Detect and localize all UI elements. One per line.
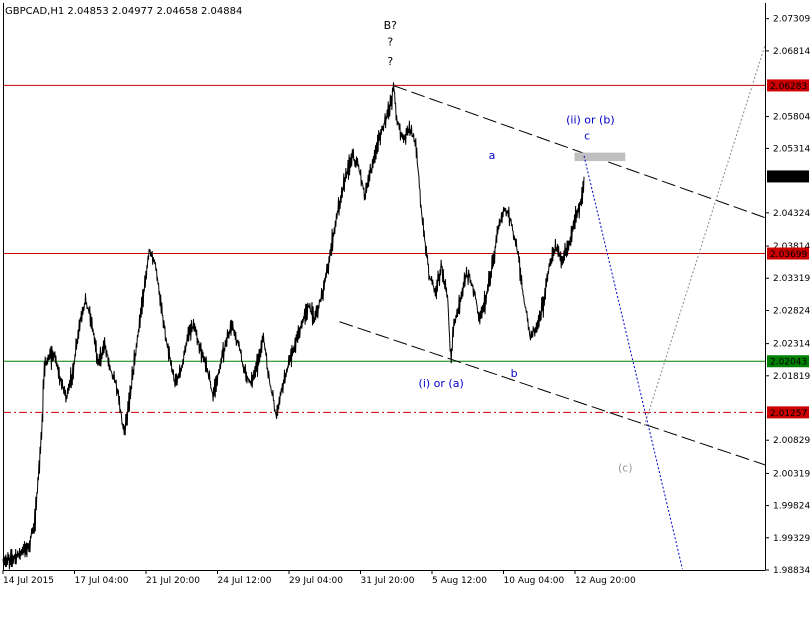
x-tick-label-0: 14 Jul 2015	[3, 576, 54, 586]
x-tick-label-7: 10 Aug 04:00	[504, 576, 565, 586]
y-tick-label-4: 2.04324	[773, 209, 810, 219]
price-tag-0: 2.06283	[770, 82, 807, 92]
y-tick-label-6: 2.03319	[773, 274, 810, 284]
wave-label-1: ?	[387, 35, 393, 48]
y-tick-label-7: 2.02824	[773, 306, 810, 316]
chart-title: GBPCAD,H1 2.04853 2.04977 2.04658 2.0488…	[5, 6, 242, 17]
wave-label-6: b	[511, 367, 518, 380]
target-zone-rect	[574, 152, 626, 162]
wave-label-5: a	[489, 149, 496, 162]
y-tick-label-8: 2.02314	[773, 340, 810, 350]
wave-label-3: (ii) or (b)	[566, 113, 615, 126]
projection-line-1	[643, 45, 766, 426]
projection-line-0	[583, 155, 683, 570]
y-tick-label-0: 2.07309	[773, 15, 810, 25]
horizontal-levels	[3, 84, 765, 413]
wave-label-2: ?	[387, 55, 393, 68]
x-tick-label-3: 24 Jul 12:00	[218, 576, 272, 586]
y-tick-label-10: 2.00829	[773, 436, 810, 446]
trend-line-0	[393, 85, 766, 219]
y-tick-label-2: 2.05804	[773, 113, 810, 123]
y-tick-label-9: 2.01819	[773, 372, 810, 382]
price-line	[2, 82, 585, 570]
y-tick-label-1: 2.06814	[773, 47, 810, 57]
x-tick-label-6: 5 Aug 12:00	[432, 576, 487, 586]
x-tick-label-1: 17 Jul 04:00	[75, 576, 129, 586]
x-tick-label-4: 29 Jul 04:00	[289, 576, 343, 586]
x-tick-label-8: 12 Aug 20:00	[575, 576, 636, 586]
price-tag-3: 2.01257	[770, 409, 807, 419]
price-tag-2: 2.02043	[770, 358, 807, 368]
price-tag-4: 2.04884	[770, 173, 807, 183]
y-tick-label-11: 2.00319	[773, 469, 810, 479]
y-tick-label-14: 1.98834	[773, 566, 810, 576]
y-tick-label-12: 1.99824	[773, 502, 810, 512]
chart-window: B??? (ii) or (b) c a b (i) or (a) (c) 2.07309 2…	[0, 0, 810, 617]
price-series	[2, 82, 585, 570]
wave-label-4: c	[584, 130, 590, 143]
price-tag-1: 2.03699	[770, 250, 807, 260]
trend-line-1	[339, 321, 766, 466]
y-tick-label-3: 2.05314	[773, 144, 810, 154]
wave-label-0: B?	[384, 19, 398, 32]
wave-annotations: B??? (ii) or (b) c a b (i) or (a) (c)	[384, 19, 633, 474]
wave-label-8: (c)	[618, 461, 633, 474]
target-zone	[574, 152, 626, 162]
wave-label-7: (i) or (a)	[419, 377, 464, 390]
x-tick-label-2: 21 Jul 20:00	[146, 576, 200, 586]
y-tick-label-13: 1.99329	[773, 534, 810, 544]
x-tick-label-5: 31 Jul 20:00	[361, 576, 415, 586]
price-chart[interactable]: B??? (ii) or (b) c a b (i) or (a) (c) 2.07309 2…	[0, 0, 810, 617]
